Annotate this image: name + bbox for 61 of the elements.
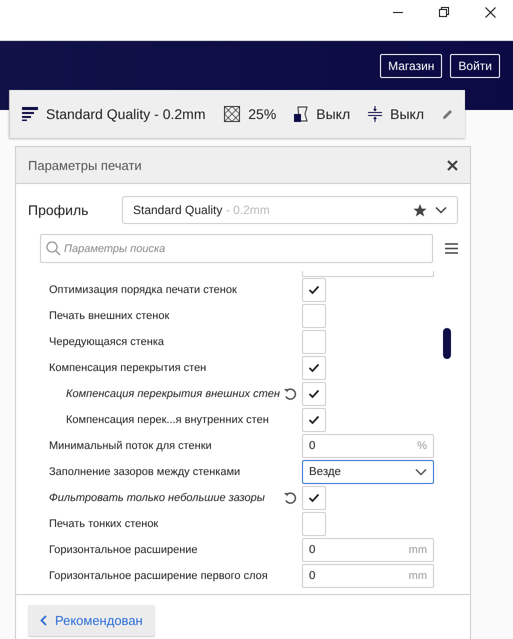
header-button[interactable]: Войти	[450, 54, 500, 78]
profile-summary[interactable]: Standard Quality - 0.2mm	[46, 106, 206, 122]
adhesion-icon	[368, 106, 382, 122]
star-icon[interactable]	[413, 204, 427, 216]
setting-label: Компенсация перекрытия внешних стен	[66, 388, 281, 400]
check-icon	[308, 493, 320, 503]
panel-title: Параметры печати	[28, 158, 142, 172]
field-value: 0	[309, 440, 316, 452]
layers-icon	[22, 107, 38, 121]
chevron-left-icon	[40, 614, 47, 626]
unit-label: %	[417, 440, 427, 452]
dropdown-value: Везде	[309, 466, 342, 478]
setting-label: Компенсация перекрытия стен	[49, 362, 208, 374]
setting-label: Горизонтальное расширение первого слоя	[49, 570, 269, 582]
check-icon	[308, 285, 320, 295]
support-icon	[294, 106, 308, 122]
infill-icon	[224, 106, 240, 122]
header-button[interactable]: Магазин	[380, 54, 442, 78]
setting-label: Чередующаяся стенка	[49, 336, 166, 348]
check-icon	[308, 363, 320, 373]
unit-label: mm	[408, 570, 427, 582]
reset-icon[interactable]	[283, 387, 297, 401]
adhesion-value[interactable]: Выкл	[390, 106, 424, 122]
number-field[interactable]: 0 %	[302, 434, 434, 458]
checkbox[interactable]	[302, 356, 326, 380]
support-value[interactable]: Выкл	[316, 106, 350, 122]
profile-label: Профиль	[28, 202, 90, 218]
infill-value[interactable]: 25%	[248, 106, 276, 122]
reset-icon[interactable]	[283, 491, 297, 505]
checkbox[interactable]	[302, 304, 326, 328]
setting-label: Заполнение зазоров между стенками	[49, 466, 242, 478]
setting-label: Минимальный поток для стенки	[49, 440, 213, 452]
close-button[interactable]	[447, 160, 458, 170]
checkbox[interactable]	[302, 382, 326, 406]
number-field[interactable]: 0 mm	[302, 564, 434, 588]
chevron-down-icon	[415, 468, 427, 476]
profile-name: Standard Quality - 0.2mm	[133, 203, 271, 217]
setting-label: Фильтровать только небольшие зазоры	[49, 492, 266, 504]
scrollbar-thumb[interactable]	[443, 328, 451, 359]
setting-label: Компенсация перек...я внутренних стен	[66, 414, 270, 426]
checkbox[interactable]	[302, 408, 326, 432]
menu-icon[interactable]	[445, 243, 458, 254]
checkbox[interactable]	[302, 486, 326, 510]
back-button[interactable]: Рекомендован	[28, 604, 155, 636]
checkbox[interactable]	[302, 330, 326, 354]
check-icon	[308, 415, 320, 425]
setting-label: Печать тонких стенок	[49, 518, 160, 530]
search-field[interactable]: Параметры поиска	[40, 234, 433, 263]
profile-dropdown[interactable]: Standard Quality - 0.2mm	[122, 196, 458, 224]
field-value: 0	[309, 570, 316, 582]
setting-label: Горизонтальное расширение	[49, 544, 199, 556]
dropdown[interactable]: Везде	[302, 460, 434, 484]
chevron-down-icon	[435, 206, 447, 214]
checkbox[interactable]	[302, 512, 326, 536]
checkbox[interactable]	[302, 278, 326, 302]
unit-label: mm	[408, 544, 427, 556]
setting-label: Оптимизация порядка печати стенок	[49, 284, 238, 296]
setting-label: Печать внешних стенок	[49, 310, 170, 322]
number-field[interactable]: 0 mm	[302, 538, 434, 562]
check-icon	[308, 389, 320, 399]
field-value: 0	[309, 544, 316, 556]
